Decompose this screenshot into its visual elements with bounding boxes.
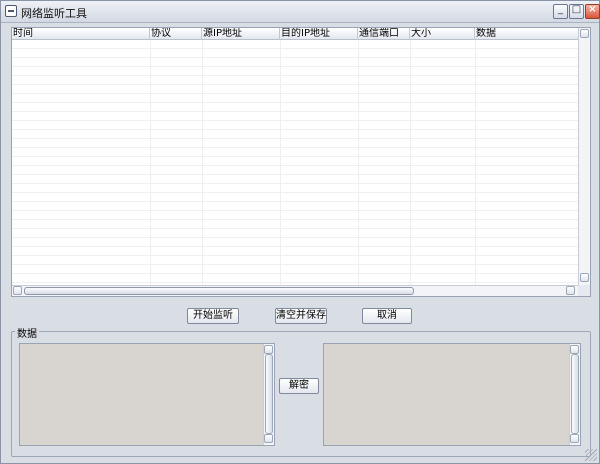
start-listening-button[interactable]: 开始监听 — [187, 308, 239, 324]
decrypted-data-scroll-thumb[interactable] — [571, 354, 579, 434]
maximize-icon: □ — [571, 4, 582, 15]
scrollbar-corner — [578, 285, 590, 296]
close-button[interactable]: × — [585, 4, 600, 19]
close-icon: × — [588, 4, 597, 15]
scroll-left-button[interactable] — [13, 286, 22, 295]
table-vertical-scrollbar[interactable] — [578, 28, 590, 285]
scroll-up-button[interactable] — [580, 29, 589, 38]
column-divider — [475, 40, 476, 285]
window-title: 网络监听工具 — [21, 7, 87, 20]
scroll-right-button[interactable] — [566, 286, 575, 295]
column-header-data[interactable]: 数据 — [475, 28, 578, 40]
title-bar[interactable]: 网络监听工具 _ □ × — [1, 1, 600, 23]
main-window: 网络监听工具 _ □ × 时间 协议 源IP地址 目的IP地址 通信端口 大小 … — [0, 0, 600, 464]
minimize-button[interactable]: _ — [553, 4, 568, 19]
column-divider — [410, 40, 411, 285]
scroll-up-button[interactable] — [264, 345, 273, 354]
table-horizontal-scrollbar[interactable] — [12, 285, 578, 296]
column-header-source-ip[interactable]: 源IP地址 — [202, 28, 280, 40]
raw-data-scrollbar[interactable] — [263, 344, 274, 445]
clear-and-save-button[interactable]: 清空并保存 — [275, 308, 327, 324]
decrypted-data-textarea[interactable] — [323, 343, 581, 446]
cancel-button[interactable]: 取消 — [362, 308, 412, 324]
maximize-button[interactable]: □ — [569, 4, 584, 19]
column-divider — [280, 40, 281, 285]
scroll-down-button[interactable] — [264, 434, 273, 443]
resize-grip-icon[interactable] — [585, 449, 597, 461]
minimize-icon: _ — [558, 4, 563, 15]
packet-table[interactable]: 时间 协议 源IP地址 目的IP地址 通信端口 大小 数据 — [11, 27, 591, 297]
column-divider — [358, 40, 359, 285]
column-header-size[interactable]: 大小 — [410, 28, 475, 40]
decrypt-button[interactable]: 解密 — [279, 378, 319, 394]
raw-data-textarea[interactable] — [19, 343, 275, 446]
scroll-down-button[interactable] — [570, 434, 579, 443]
column-header-dest-ip[interactable]: 目的IP地址 — [280, 28, 358, 40]
data-group-label: 数据 — [15, 325, 39, 340]
table-header: 时间 协议 源IP地址 目的IP地址 通信端口 大小 数据 — [12, 28, 578, 40]
column-divider — [150, 40, 151, 285]
scroll-up-button[interactable] — [570, 345, 579, 354]
column-header-port[interactable]: 通信端口 — [358, 28, 410, 40]
scroll-down-button[interactable] — [580, 273, 589, 282]
decrypted-data-scrollbar[interactable] — [569, 344, 580, 445]
table-body[interactable] — [12, 40, 578, 285]
column-divider — [202, 40, 203, 285]
column-header-time[interactable]: 时间 — [12, 28, 150, 40]
raw-data-scroll-thumb[interactable] — [265, 354, 273, 434]
column-header-protocol[interactable]: 协议 — [150, 28, 202, 40]
app-icon[interactable] — [5, 5, 17, 17]
horizontal-scroll-thumb[interactable] — [24, 287, 414, 295]
